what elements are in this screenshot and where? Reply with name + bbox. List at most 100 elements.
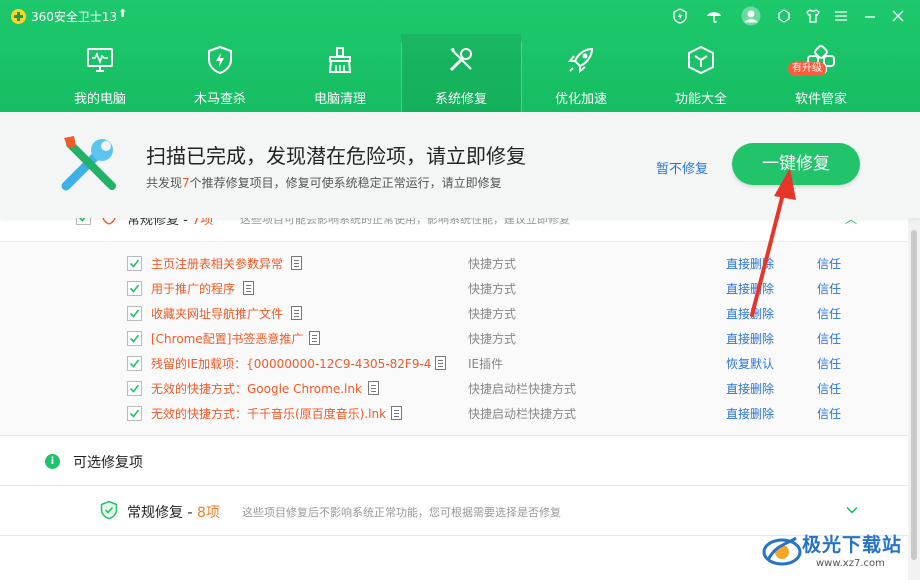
section-header-recommended: 常规修复 - 7项 这些项目可能会影响系统的正常使用，影响系统性能，建议立即修复… [0,218,908,242]
list-item: 残留的IE加载项：{00000000-12C9-4305-82F9-4... I… [0,351,908,376]
item-checkbox[interactable] [127,406,142,421]
item-action-link[interactable]: 直接删除 [726,380,774,397]
banner-subtitle: 共发现7个推荐修复项目，修复可使系统稳定正常运行，请立即修复 [146,174,502,191]
shield-lightning-icon[interactable] [672,8,688,24]
nav-label: 电脑清理 [313,92,366,107]
item-checkbox[interactable] [127,381,142,396]
item-action-link[interactable]: 恢复默认 [726,355,774,372]
banner-sub-prefix: 共发现 [146,176,183,190]
minimize-icon[interactable] [862,8,878,24]
item-trust-link[interactable]: 信任 [817,380,841,397]
list-item: [Chrome配置]书签恶意推广 快捷方式 直接删除 信任 [0,326,908,351]
nav-label: 优化加速 [554,92,607,107]
item-trust-link[interactable]: 信任 [817,355,841,372]
item-checkbox[interactable] [127,356,142,371]
list-item: 无效的快捷方式：千千音乐(原百度音乐).lnk 快捷启动栏快捷方式 直接删除 信… [0,401,908,426]
skip-repair-link[interactable]: 暂不修复 [656,158,708,177]
details-icon[interactable] [291,256,302,270]
item-trust-link[interactable]: 信任 [817,330,841,347]
title-bar: 360安全卫士13 ⬆ [0,0,920,32]
shield-bolt-icon [204,44,236,76]
regular-count: 8项 [196,505,220,521]
close-icon[interactable] [890,8,906,24]
section-title-text: 常规修复 - [127,218,192,228]
item-action-link[interactable]: 直接删除 [726,305,774,322]
nav-optimize[interactable]: 优化加速 [521,34,641,112]
upgrade-arrow-icon[interactable]: ⬆ [118,7,127,20]
nav-features[interactable]: 功能大全 [641,34,761,112]
item-type: 快捷方式 [468,282,517,296]
section-description: 这些项目可能会影响系统的正常使用，影响系统性能，建议立即修复 [240,218,570,226]
nav-system-repair[interactable]: 系统修复 [401,34,521,112]
nav-divider [401,42,402,112]
list-item: 无效的快捷方式：Google Chrome.lnk 快捷启动栏快捷方式 直接删除… [0,376,908,401]
item-action-link[interactable]: 直接删除 [726,330,774,347]
item-name: 用于推广的程序 [151,282,236,296]
nav-label: 木马查杀 [193,92,246,107]
watermark-url: www.xz7.com [816,558,885,569]
user-avatar-icon[interactable] [741,6,761,26]
monitor-icon [84,44,116,76]
nav-label: 软件管家 [794,92,847,107]
item-action-link[interactable]: 直接删除 [726,255,774,272]
item-type: 快捷方式 [468,332,517,346]
umbrella-icon[interactable] [706,8,722,24]
item-type: 快捷启动栏快捷方式 [468,382,577,396]
scrollbar-thumb[interactable] [911,230,917,560]
details-icon[interactable] [391,406,402,420]
details-icon[interactable] [435,356,446,370]
item-trust-link[interactable]: 信任 [817,405,841,422]
item-trust-link[interactable]: 信任 [817,255,841,272]
item-checkbox[interactable] [127,281,142,296]
item-name: 残留的IE加载项：{00000000-12C9-4305-82F9-4... [151,357,431,371]
list-item: 收藏夹网址导航推广文件 快捷方式 直接删除 信任 [0,301,908,326]
nav-label: 系统修复 [434,92,487,107]
broom-icon [324,44,356,76]
shield-icon [101,218,117,225]
item-action-link[interactable]: 直接删除 [726,405,774,422]
menu-icon[interactable] [833,8,849,24]
info-icon: i [45,454,60,469]
item-checkbox[interactable] [127,256,142,271]
details-icon[interactable] [243,281,254,295]
regular-title: 常规修复 - 8项 [127,502,220,522]
details-icon[interactable] [291,306,302,320]
skin-icon[interactable] [776,8,792,24]
regular-description: 这些项目修复后不影响系统正常功能，您可根据需要选择是否修复 [242,506,561,519]
item-type: 快捷方式 [468,257,517,271]
nav-trojan-scan[interactable]: 木马查杀 [160,34,280,112]
chevron-up-icon[interactable]: ︿ [845,218,857,227]
nav-cleanup[interactable]: 电脑清理 [280,34,400,112]
shirt-icon[interactable] [805,8,821,24]
optional-title: 可选修复项 [73,455,143,471]
items-area: 主页注册表相关参数异常 快捷方式 直接删除 信任 用于推广的程序 快捷方式 直接… [0,242,908,436]
item-trust-link[interactable]: 信任 [817,305,841,322]
item-checkbox[interactable] [127,306,142,321]
item-name: 主页注册表相关参数异常 [151,257,284,271]
nav-my-computer[interactable]: 我的电脑 [40,34,160,112]
item-name: 无效的快捷方式：Google Chrome.lnk [151,382,362,396]
item-action-link[interactable]: 直接删除 [726,280,774,297]
scan-result-banner: 扫描已完成，发现潜在危险项，请立即修复 共发现7个推荐修复项目，修复可使系统稳定… [0,112,920,218]
details-icon[interactable] [368,381,379,395]
item-name: 无效的快捷方式：千千音乐(原百度音乐).lnk [151,407,387,421]
item-trust-link[interactable]: 信任 [817,280,841,297]
repair-tools-icon [58,134,124,194]
item-type: 快捷启动栏快捷方式 [468,407,577,421]
one-click-repair-button[interactable]: 一键修复 [732,143,860,185]
app-logo-icon [11,9,26,24]
section-checkbox[interactable] [76,218,91,225]
upgrade-badge: 有升级 [788,62,826,76]
item-checkbox[interactable] [127,331,142,346]
item-type: 快捷方式 [468,307,517,321]
details-icon[interactable] [309,331,320,345]
cube-icon [685,44,717,76]
watermark-logo-icon [762,536,802,566]
optional-repair-header: i 可选修复项 [0,436,908,486]
list-item: 主页注册表相关参数异常 快捷方式 直接删除 信任 [0,251,908,276]
nav-divider [521,42,522,112]
chevron-down-icon[interactable] [845,502,859,516]
regular-title-text: 常规修复 - [127,505,197,521]
shield-check-icon [99,500,119,520]
banner-sub-suffix: 个推荐修复项目，修复可使系统稳定正常运行，请立即修复 [189,176,502,190]
